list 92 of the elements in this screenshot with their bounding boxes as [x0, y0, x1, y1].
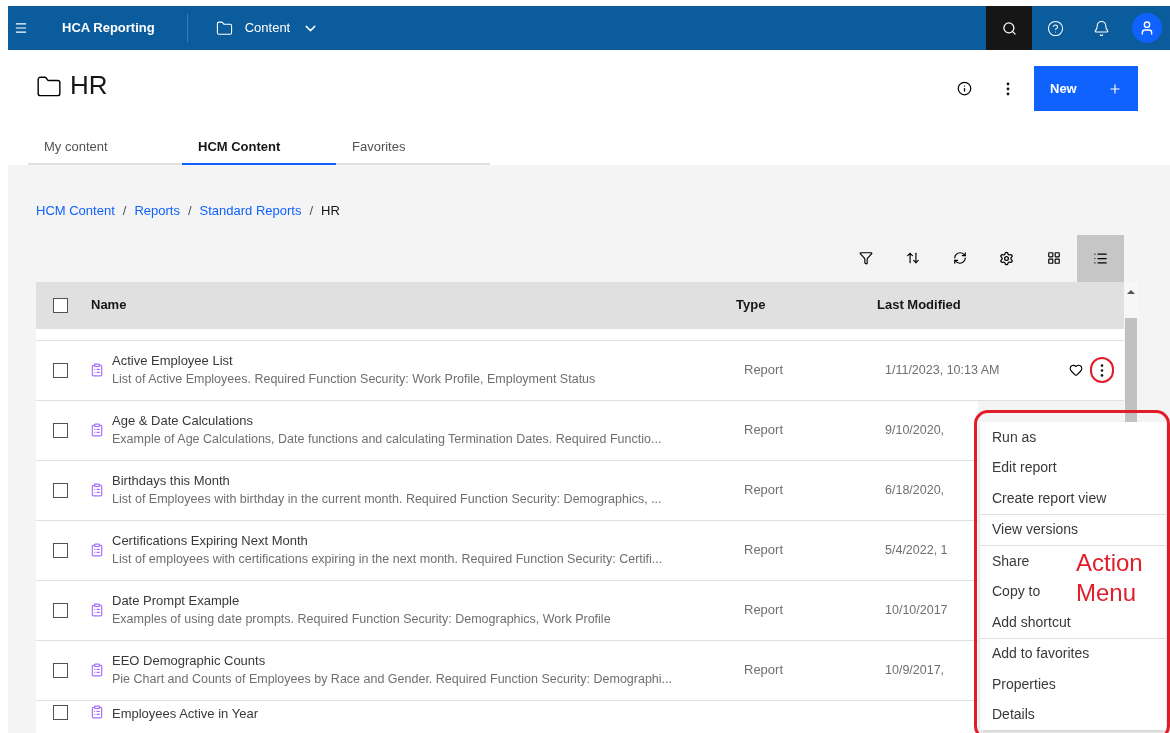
report-name[interactable]: Age & Date Calculations [112, 412, 744, 430]
type-cell-text: Report [744, 481, 785, 500]
kebab-icon [1100, 363, 1104, 377]
table-row[interactable]: Date Prompt Example Examples of using date prompts. Required Function Security: Demographics, Work Profile Report 10/10/2017 [36, 580, 978, 641]
report-description: List of employees with certifications expiring in the next month. Required Function Security: Certifi... [112, 551, 664, 568]
list-icon [1093, 250, 1108, 266]
table-row[interactable]: Birthdays this Month List of Employees with birthday in the current month. Required Function Security: Demographics, ... Report 6/18/2020, [36, 460, 978, 521]
table-row[interactable]: Active Employee List List of Active Employees. Required Function Security: Work Profile, Employment Status Report 1/11/2023, 10:13 AM [36, 340, 1124, 401]
breadcrumb-separator: / [187, 202, 192, 220]
menu-item[interactable]: Copy to [992, 581, 1041, 603]
filter-icon [858, 251, 873, 265]
breadcrumb-link[interactable]: Reports [134, 201, 180, 221]
menu-item[interactable]: Run as [992, 426, 1037, 448]
menu-icon [14, 21, 28, 35]
menu-item[interactable]: Edit report [992, 457, 1057, 479]
refresh-icon [952, 251, 967, 265]
row-menu-button[interactable] [1090, 357, 1114, 383]
table-row[interactable]: Certifications Expiring Next Month List of employees with certifications expiring in the next month. Required Function Security: Certifi... Report 5/4/2022, 1 [36, 520, 978, 581]
report-name[interactable]: Active Employee List [112, 352, 744, 370]
kebab-icon [1006, 81, 1010, 96]
search-button[interactable] [986, 6, 1032, 50]
report-name[interactable]: Employees Active in Year [112, 704, 744, 723]
row-checkbox[interactable] [53, 422, 68, 438]
report-name[interactable]: Birthdays this Month [112, 472, 744, 490]
folder-icon [215, 19, 233, 37]
menu-item[interactable]: Add shortcut [992, 611, 1071, 633]
settings-icon [999, 250, 1014, 266]
row-checkbox[interactable] [53, 602, 68, 618]
report-icon [90, 543, 104, 557]
report-description: Example of Age Calculations, Date functions and calculating Termination Dates. Required Functio... [112, 431, 663, 448]
type-cell-text: Report [744, 361, 785, 380]
report-icon [90, 363, 104, 377]
report-name[interactable]: Date Prompt Example [112, 592, 744, 610]
type-cell-text: Report [744, 661, 785, 680]
row-checkbox[interactable] [53, 542, 68, 558]
menu-item[interactable]: Create report view [992, 487, 1107, 509]
help-icon [1046, 19, 1064, 37]
breadcrumb-separator: / [122, 202, 127, 220]
row-checkbox[interactable] [53, 362, 68, 378]
table-row[interactable]: Employees Active in Year [36, 700, 978, 733]
grid-icon [1046, 251, 1061, 265]
heart-icon [1069, 363, 1083, 377]
table-row[interactable]: Age & Date Calculations Example of Age Calculations, Date functions and calculating Termination Dates. Required Functio... Report 9/10/2020, [36, 400, 978, 461]
breadcrumb-link[interactable]: HCM Content [36, 201, 115, 221]
type-cell-text: Report [744, 601, 785, 620]
report-description: List of Employees with birthday in the current month. Required Function Security: Demographics, ... [112, 491, 663, 508]
search-icon [1001, 20, 1017, 36]
report-icon [90, 423, 104, 437]
modified-cell-text: 6/18/2020, [885, 481, 945, 499]
breadcrumb-separator: / [309, 202, 314, 220]
table-row[interactable]: EEO Demographic Counts Pie Chart and Counts of Employees by Race and Gender. Required Function Security: Demographi... Report 10/9/2017, [36, 640, 978, 701]
row-checkbox[interactable] [53, 704, 68, 720]
report-description: Pie Chart and Counts of Employees by Race and Gender. Required Function Security: Demographi... [112, 671, 674, 688]
report-description: Examples of using date prompts. Required Function Security: Demographics, Work Profile [112, 611, 612, 628]
app-name: HCA Reporting [62, 19, 155, 38]
column-header[interactable]: Last Modified [877, 295, 961, 315]
plus-icon [1108, 81, 1122, 96]
page-title: HR [70, 69, 108, 102]
bell-icon [1092, 19, 1110, 37]
type-cell-text: Report [744, 541, 785, 560]
report-name[interactable]: Certifications Expiring Next Month [112, 532, 744, 550]
column-header[interactable]: Type [736, 295, 877, 315]
type-cell-text: Report [744, 421, 785, 440]
user-icon [1139, 20, 1155, 36]
list-view-button[interactable] [1077, 234, 1124, 282]
breadcrumb-link[interactable]: Standard Reports [199, 201, 302, 221]
row-checkbox[interactable] [53, 662, 68, 678]
menu-item[interactable]: Properties [992, 673, 1056, 695]
modified-cell-text: 9/10/2020, [885, 421, 945, 439]
menu-item[interactable]: Details [992, 704, 1035, 726]
sort-icon [905, 251, 920, 265]
menu-item[interactable]: Share [992, 550, 1030, 572]
location-dropdown[interactable]: Content [215, 18, 320, 38]
report-icon [90, 483, 104, 497]
report-icon [90, 663, 104, 677]
modified-cell-text: 10/10/2017 [885, 601, 948, 619]
breadcrumb-current: HR [321, 202, 340, 220]
column-header[interactable]: Name [91, 295, 736, 315]
new-button[interactable]: New [1034, 66, 1138, 111]
report-description: List of Active Employees. Required Function Security: Work Profile, Employment Status [112, 371, 597, 388]
modified-cell-text: 1/11/2023, 10:13 AM [885, 361, 1000, 379]
report-icon [90, 704, 104, 719]
select-all-checkbox[interactable] [53, 297, 68, 313]
menu-item[interactable]: Add to favorites [992, 643, 1090, 665]
report-icon [90, 603, 104, 617]
annotation-label: Action Menu [1076, 548, 1144, 608]
modified-cell-text: 5/4/2022, 1 [885, 541, 948, 559]
report-name[interactable]: EEO Demographic Counts [112, 652, 744, 670]
info-icon [956, 81, 972, 96]
modified-cell-text: 10/9/2017, [885, 661, 945, 679]
menu-item[interactable]: View versions [992, 519, 1079, 541]
row-checkbox[interactable] [53, 482, 68, 498]
